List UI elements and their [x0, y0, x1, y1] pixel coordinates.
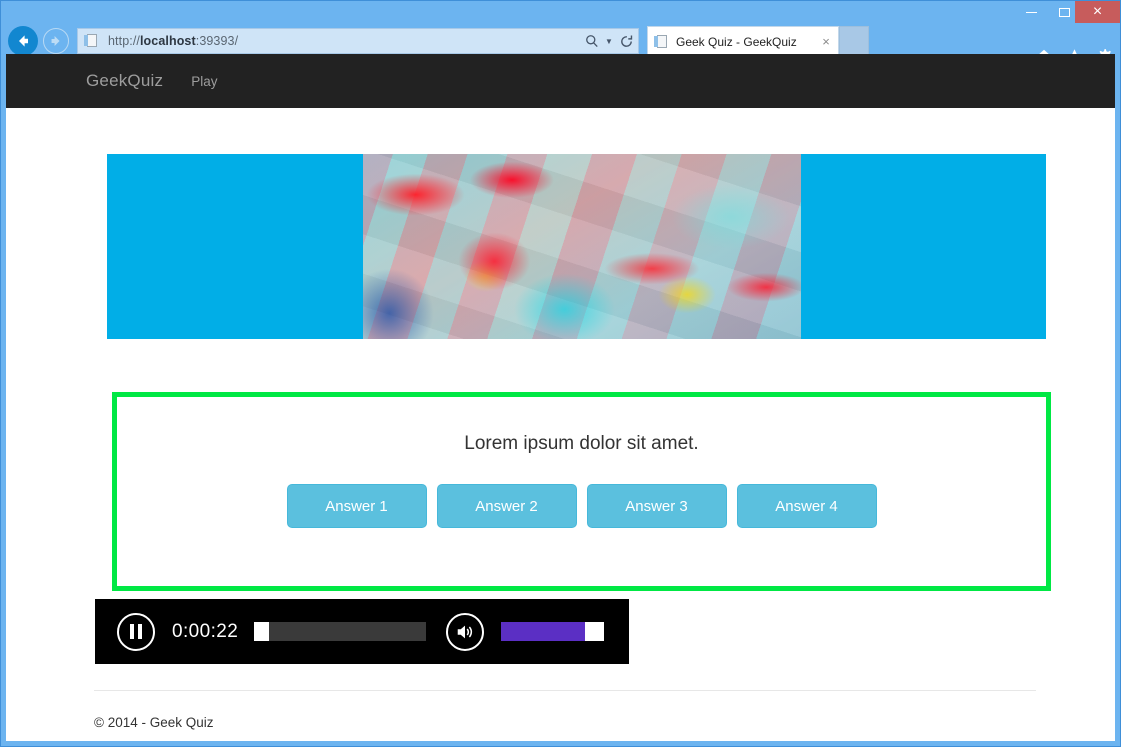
url-host: localhost — [139, 34, 196, 48]
nav-link-play[interactable]: Play — [191, 74, 217, 89]
back-arrow-icon — [19, 35, 28, 47]
back-button[interactable] — [8, 26, 38, 56]
address-url-text[interactable]: http://localhost:39393/ — [108, 34, 580, 48]
footer-divider — [94, 690, 1036, 691]
answer-button-1[interactable]: Answer 1 — [286, 484, 427, 528]
site-brand[interactable]: GeekQuiz — [86, 71, 163, 91]
url-scheme: http:// — [108, 34, 140, 48]
hero-banner — [107, 154, 1046, 339]
mute-button[interactable] — [446, 612, 485, 651]
question-text: Lorem ipsum dolor sit amet. — [464, 433, 699, 454]
refresh-icon[interactable] — [614, 29, 638, 53]
answer-button-4[interactable]: Answer 4 — [736, 484, 877, 528]
minimize-button[interactable] — [1015, 1, 1048, 23]
speaker-icon — [457, 625, 473, 638]
media-player: 0:00:22 — [95, 599, 629, 664]
new-tab-button[interactable] — [839, 26, 869, 56]
tab-strip: Geek Quiz - GeekQuiz × — [647, 26, 871, 56]
chevron-down-icon[interactable]: ▼ — [604, 37, 614, 46]
pause-button[interactable] — [117, 612, 155, 651]
quiz-question-panel: Lorem ipsum dolor sit amet. Answer 1 Ans… — [112, 392, 1051, 591]
footer-copyright: © 2014 - Geek Quiz — [94, 715, 214, 730]
page-viewport: GeekQuiz Play Lorem ipsum dolor sit amet… — [6, 54, 1115, 741]
address-bar[interactable]: http://localhost:39393/ ▼ — [77, 28, 639, 54]
answer-button-3[interactable]: Answer 3 — [586, 484, 727, 528]
maximize-icon — [1059, 7, 1070, 17]
forward-button[interactable] — [43, 28, 69, 54]
volume-thumb[interactable] — [585, 622, 605, 641]
url-path: :39393/ — [195, 34, 239, 48]
tab-title: Geek Quiz - GeekQuiz — [676, 34, 797, 49]
site-navbar: GeekQuiz Play — [6, 54, 1115, 108]
tab-geek-quiz[interactable]: Geek Quiz - GeekQuiz × — [647, 26, 839, 56]
search-icon[interactable] — [580, 29, 604, 53]
player-time: 0:00:22 — [172, 620, 239, 642]
seek-thumb[interactable] — [254, 622, 270, 641]
volume-fill — [501, 622, 586, 641]
page-favicon-icon — [84, 33, 100, 49]
tab-close-icon[interactable]: × — [818, 34, 834, 49]
volume-slider[interactable] — [501, 622, 605, 641]
close-icon: × — [1092, 3, 1103, 20]
answer-button-group: Answer 1 Answer 2 Answer 3 Answer 4 — [117, 484, 1046, 528]
window-titlebar: × — [1, 1, 1120, 23]
pause-icon — [130, 624, 134, 639]
browser-window: × http://localhost:39393/ ▼ Geek Quiz - … — [0, 0, 1121, 747]
tab-favicon-icon — [654, 34, 670, 50]
close-window-button[interactable]: × — [1075, 1, 1120, 23]
answer-button-2[interactable]: Answer 2 — [436, 484, 577, 528]
minimize-icon — [1026, 11, 1037, 13]
seek-slider[interactable] — [254, 622, 427, 641]
forward-arrow-icon — [51, 36, 60, 46]
hero-image — [363, 154, 801, 339]
